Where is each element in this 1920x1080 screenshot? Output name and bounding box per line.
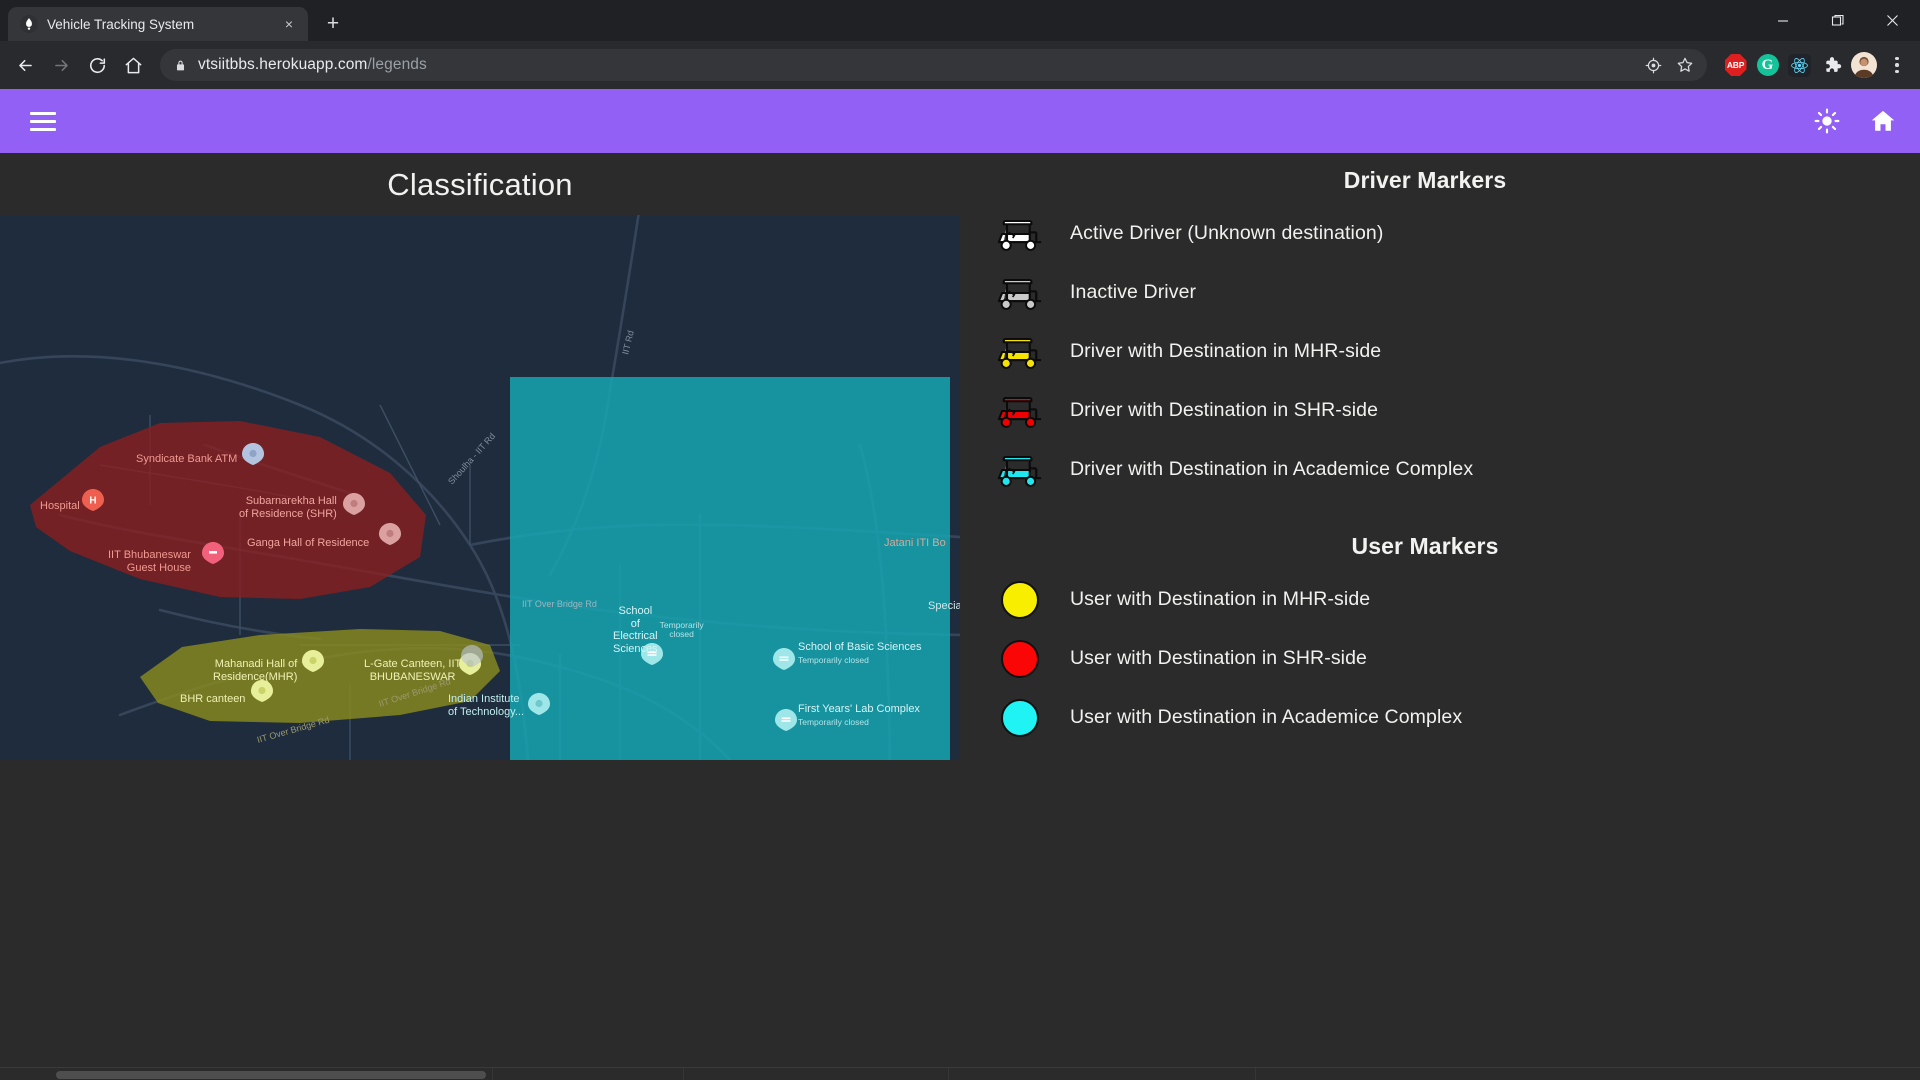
golf-cart-icon <box>970 214 1070 254</box>
horizontal-scrollbar[interactable] <box>0 1067 1920 1080</box>
close-button[interactable] <box>1865 0 1920 41</box>
user-legend-list: User with Destination in MHR-side User w… <box>960 564 1890 747</box>
legend-item-user-mhr[interactable]: User with Destination in MHR-side <box>960 570 1890 629</box>
svg-text:H: H <box>89 496 96 507</box>
omnibox-actions <box>1639 51 1699 79</box>
new-tab-button[interactable]: + <box>318 9 348 39</box>
extension-icons: ABP G <box>1723 52 1910 78</box>
legend-label: User with Destination in MHR-side <box>1070 588 1370 611</box>
legend-label: Driver with Destination in MHR-side <box>1070 340 1381 363</box>
golf-cart-icon <box>970 450 1070 490</box>
location-target-icon[interactable] <box>1639 51 1667 79</box>
adblock-plus-icon[interactable]: ABP <box>1723 53 1748 78</box>
golf-cart-icon <box>970 332 1070 372</box>
browser-window: Vehicle Tracking System × + <box>0 0 1920 1080</box>
url-text: vtsiitbbs.herokuapp.com/legends <box>198 56 1629 74</box>
back-arrow-icon[interactable] <box>8 48 42 82</box>
scrollbar-thumb[interactable] <box>56 1071 486 1079</box>
extensions-puzzle-icon[interactable] <box>1819 53 1844 78</box>
legend-item-driver-shr[interactable]: Driver with Destination in SHR-side <box>960 381 1890 440</box>
reload-icon[interactable] <box>80 48 114 82</box>
legend-item-user-academic[interactable]: User with Destination in Academice Compl… <box>960 688 1890 747</box>
driver-legend-list: Active Driver (Unknown destination) <box>960 198 1890 499</box>
grammarly-icon[interactable]: G <box>1755 53 1780 78</box>
avatar[interactable] <box>1851 52 1877 78</box>
app-header-actions <box>1812 106 1898 136</box>
legend-item-inactive-driver[interactable]: Inactive Driver <box>960 263 1890 322</box>
legend-item-user-shr[interactable]: User with Destination in SHR-side <box>960 629 1890 688</box>
legend-label: Driver with Destination in SHR-side <box>1070 399 1378 422</box>
react-devtools-icon[interactable] <box>1787 53 1812 78</box>
driver-markers-heading: Driver Markers <box>960 153 1890 198</box>
home-icon[interactable] <box>1868 106 1898 136</box>
tab-strip: Vehicle Tracking System × + <box>0 0 1920 41</box>
app-header <box>0 89 1920 153</box>
hamburger-menu-icon[interactable] <box>30 108 64 134</box>
circle-marker-icon <box>970 581 1070 619</box>
adblock-plus-label: ABP <box>1725 54 1747 76</box>
user-markers-heading: User Markers <box>960 499 1890 564</box>
legend-item-driver-academic[interactable]: Driver with Destination in Academice Com… <box>960 440 1890 499</box>
legend-item-active-driver[interactable]: Active Driver (Unknown destination) <box>960 204 1890 263</box>
browser-tab[interactable]: Vehicle Tracking System × <box>8 7 308 41</box>
map-canvas[interactable]: IIT Rd Shoulha - IIT Rd IIT Over Bridge … <box>0 215 960 760</box>
sun-brightness-icon[interactable] <box>1812 106 1842 136</box>
home-icon[interactable] <box>116 48 150 82</box>
browser-toolbar: vtsiitbbs.herokuapp.com/legends ABP <box>0 41 1920 89</box>
grammarly-label: G <box>1757 54 1779 76</box>
window-controls <box>1755 0 1920 41</box>
map-edge-label: Jatani ITI Bo <box>884 537 946 549</box>
page-content: Classification <box>0 89 1920 1080</box>
close-icon[interactable]: × <box>280 15 298 33</box>
three-dot-menu-icon[interactable] <box>1884 52 1910 78</box>
minimize-button[interactable] <box>1755 0 1810 41</box>
circle-marker-icon <box>970 640 1070 678</box>
legend-label: User with Destination in Academice Compl… <box>1070 706 1462 729</box>
legend-label: User with Destination in SHR-side <box>1070 647 1367 670</box>
address-bar[interactable]: vtsiitbbs.herokuapp.com/legends <box>160 49 1707 81</box>
tab-title: Vehicle Tracking System <box>47 17 271 32</box>
lock-icon <box>174 59 188 72</box>
legend-label: Inactive Driver <box>1070 281 1196 304</box>
legend-label: Driver with Destination in Academice Com… <box>1070 458 1473 481</box>
main-content: Classification <box>0 153 1920 1080</box>
vehicle-flame-icon <box>20 15 38 33</box>
bookmark-star-icon[interactable] <box>1671 51 1699 79</box>
legend-column: Driver Markers <box>960 153 1920 1080</box>
circle-marker-icon <box>970 699 1070 737</box>
url-domain: vtsiitbbs.herokuapp.com <box>198 56 367 73</box>
legend-item-driver-mhr[interactable]: Driver with Destination in MHR-side <box>960 322 1890 381</box>
golf-cart-icon <box>970 273 1070 313</box>
legend-label: Active Driver (Unknown destination) <box>1070 222 1383 245</box>
forward-arrow-icon <box>44 48 78 82</box>
url-path: /legends <box>367 56 426 73</box>
golf-cart-icon <box>970 391 1070 431</box>
academic-zone <box>510 377 950 760</box>
map-panel[interactable]: IIT Rd Shoulha - IIT Rd IIT Over Bridge … <box>0 215 960 760</box>
map-column: Classification <box>0 153 960 1080</box>
page-title: Classification <box>0 153 960 215</box>
maximize-button[interactable] <box>1810 0 1865 41</box>
road-label: IIT Over Bridge Rd <box>522 599 597 609</box>
map-edge-label: Specia <box>928 600 960 612</box>
